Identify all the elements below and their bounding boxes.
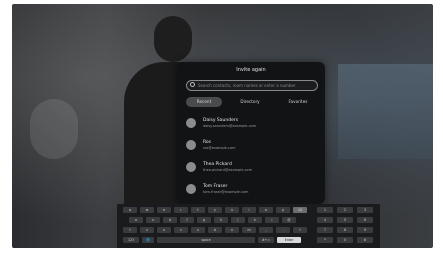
key-3[interactable]: 3: [357, 207, 373, 213]
key-i[interactable]: i: [242, 207, 256, 213]
contact-item[interactable]: Ros ros@example.com: [186, 136, 316, 154]
key-8[interactable]: 8: [337, 227, 353, 233]
key-symbol[interactable]: 🌐: [142, 237, 154, 243]
key-space[interactable]: space: [157, 237, 255, 243]
key-n[interactable]: n: [225, 227, 239, 233]
window-background: [338, 64, 433, 159]
key-5[interactable]: 5: [337, 217, 353, 223]
avatar: [186, 184, 196, 194]
modal-title: Invite again: [236, 67, 266, 73]
contact-detail: tom.fraser@example.com: [203, 190, 249, 194]
key-b[interactable]: b: [208, 227, 222, 233]
key-u[interactable]: u: [225, 207, 239, 213]
key-k[interactable]: k: [248, 217, 262, 223]
key-Enter[interactable]: Enter: [277, 237, 301, 243]
key-c[interactable]: c: [174, 227, 188, 233]
video-background: Invite again Recent Directory Favorites …: [12, 4, 433, 248]
contact-name: Daisy Saunders: [203, 118, 239, 123]
key-symbol[interactable]: #: [357, 237, 373, 243]
contact-name: Thea Pickard: [203, 162, 232, 167]
key-1[interactable]: 1: [317, 207, 333, 213]
search-icon: [190, 82, 195, 87]
tab-favorites[interactable]: Favorites: [280, 97, 316, 107]
contact-item[interactable]: Daisy Saunders daisy.saunders@example.co…: [186, 114, 316, 132]
key-p[interactable]: p: [276, 207, 290, 213]
key-7[interactable]: 7: [317, 227, 333, 233]
key-e[interactable]: e: [157, 207, 171, 213]
key-2[interactable]: 2: [337, 207, 353, 213]
search-input[interactable]: [198, 82, 312, 89]
contact-item[interactable]: Tom Fraser tom.fraser@example.com: [186, 180, 316, 198]
key-j[interactable]: j: [231, 217, 245, 223]
key-y[interactable]: y: [208, 207, 222, 213]
tab-bar: Recent Directory Favorites: [186, 97, 316, 107]
person-head: [154, 16, 192, 62]
search-field[interactable]: [186, 80, 318, 91]
key-a[interactable]: a: [129, 217, 143, 223]
key-symbol[interactable]: .: [276, 227, 290, 233]
key-l[interactable]: l: [265, 217, 279, 223]
key-symbol[interactable]: ⇧: [293, 227, 307, 233]
contact-item[interactable]: Thea Pickard thea.pickard@example.com: [186, 158, 316, 176]
avatar: [186, 140, 196, 150]
key-v[interactable]: v: [191, 227, 205, 233]
key-9[interactable]: 9: [357, 227, 373, 233]
key-symbol[interactable]: ⇧: [123, 227, 137, 233]
tab-directory[interactable]: Directory: [232, 97, 268, 107]
on-screen-keyboard: q w e r t y u i o p ⌫ a s d f g h j k l @ ⇧ z x c v b n m,. ⇧ 123 🌐 spac…: [117, 204, 380, 248]
key-x[interactable]: x: [157, 227, 171, 233]
key-symbol[interactable]: *: [317, 237, 333, 243]
key-symbol[interactable]: ,: [259, 227, 273, 233]
key-t[interactable]: t: [191, 207, 205, 213]
key-o[interactable]: o: [259, 207, 273, 213]
tab-recent[interactable]: Recent: [186, 97, 222, 107]
key-123[interactable]: 123: [123, 237, 139, 243]
contact-detail: daisy.saunders@example.com: [203, 124, 257, 128]
key-symbol[interactable]: ⌫: [293, 207, 307, 213]
key-q[interactable]: q: [123, 207, 137, 213]
key-4[interactable]: 4: [317, 217, 333, 223]
key-6[interactable]: 6: [357, 217, 373, 223]
key-symbol[interactable]: #+=: [258, 237, 274, 243]
contact-detail: ros@example.com: [203, 146, 236, 150]
contact-name: Tom Fraser: [203, 184, 228, 189]
key-m[interactable]: m: [242, 227, 256, 233]
avatar: [186, 118, 196, 128]
key-f[interactable]: f: [180, 217, 194, 223]
key-h[interactable]: h: [214, 217, 228, 223]
key-s[interactable]: s: [146, 217, 160, 223]
contact-detail: thea.pickard@example.com: [203, 168, 252, 172]
avatar: [186, 162, 196, 172]
contact-name: Ros: [203, 140, 212, 145]
plant-background: [30, 99, 78, 159]
key-z[interactable]: z: [140, 227, 154, 233]
key-d[interactable]: d: [163, 217, 177, 223]
key-0[interactable]: 0: [337, 237, 353, 243]
key-g[interactable]: g: [197, 217, 211, 223]
invite-modal: Invite again Recent Directory Favorites …: [177, 62, 325, 204]
key-symbol[interactable]: @: [282, 217, 296, 223]
key-r[interactable]: r: [174, 207, 188, 213]
key-w[interactable]: w: [140, 207, 154, 213]
